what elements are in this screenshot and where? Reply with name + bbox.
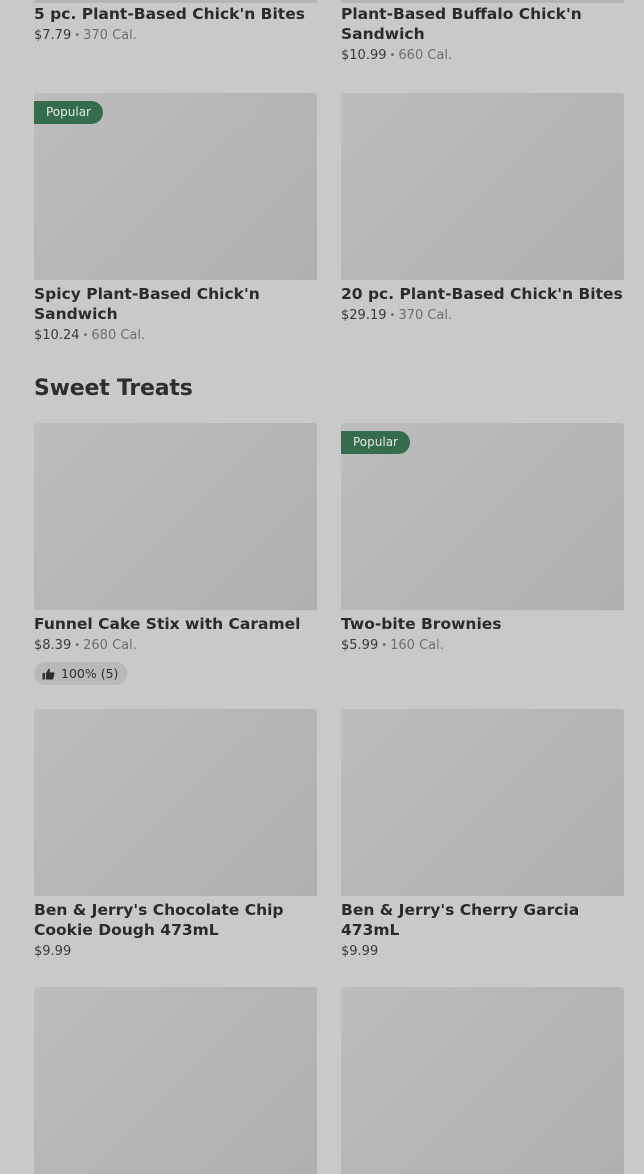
item-price: $10.99 — [341, 48, 387, 63]
item-title: Ben & Jerry's Cherry Garcia 473mL — [341, 901, 580, 939]
menu-item-card[interactable]: 5 pc. Plant-Based Chick'n Bites $7.79 • 37… — [34, 4, 317, 46]
popular-badge: Popular — [341, 431, 410, 454]
separator-dot: • — [389, 50, 396, 61]
item-price: $7.79 — [34, 28, 72, 43]
item-meta: $7.79 • 370 Cal. — [34, 27, 317, 46]
item-calories: 660 Cal. — [398, 48, 453, 63]
item-meta: $9.99 — [341, 943, 624, 961]
item-price: $5.99 — [341, 638, 379, 653]
item-calories: 160 Cal. — [390, 638, 444, 653]
separator-dot: • — [381, 640, 388, 651]
item-title: Ben & Jerry's Chocolate Chip Cookie Doug… — [34, 901, 284, 939]
item-image[interactable] — [34, 423, 317, 610]
item-image[interactable] — [34, 987, 317, 1174]
item-image[interactable]: Popular — [341, 423, 624, 610]
menu-item-card[interactable] — [341, 987, 624, 1174]
menu-item-card[interactable]: 20 pc. Plant-Based Chick'n Bites $29.19 •… — [341, 93, 624, 326]
item-image[interactable]: Popular — [34, 93, 317, 280]
item-title: 5 pc. Plant-Based Chick'n Bites — [34, 5, 305, 23]
menu-item-card[interactable]: Ben & Jerry's Cherry Garcia 473mL $9.99 — [341, 709, 624, 961]
item-meta: $8.39 • 260 Cal. — [34, 637, 317, 656]
menu-item-card[interactable]: Ben & Jerry's Chocolate Chip Cookie Doug… — [34, 709, 317, 961]
menu-item-card[interactable]: Funnel Cake Stix with Caramel $8.39 • 260 … — [34, 423, 317, 685]
item-image[interactable] — [34, 709, 317, 896]
item-price: $8.39 — [34, 638, 72, 653]
item-meta: $29.19 • 370 Cal. — [341, 307, 624, 326]
separator-dot: • — [74, 30, 81, 41]
menu-item-card[interactable]: Popular Spicy Plant-Based Chick'n Sandwi… — [34, 93, 317, 346]
item-title: 20 pc. Plant-Based Chick'n Bites — [341, 285, 623, 303]
item-title: Two-bite Brownies — [341, 615, 502, 633]
item-price: $29.19 — [341, 308, 387, 323]
item-meta: $9.99 — [34, 943, 317, 961]
item-image[interactable] — [341, 93, 624, 280]
item-meta: $10.99 • 660 Cal. — [341, 47, 624, 66]
item-meta: $10.24 • 680 Cal. — [34, 327, 317, 346]
item-image[interactable] — [341, 709, 624, 896]
separator-dot: • — [389, 310, 396, 321]
item-image-partial[interactable] — [341, 0, 624, 3]
item-price: $10.24 — [34, 328, 80, 343]
item-calories: 370 Cal. — [398, 308, 453, 323]
popular-badge: Popular — [34, 101, 103, 124]
item-meta: $5.99 • 160 Cal. — [341, 637, 624, 656]
separator-dot: • — [82, 330, 89, 341]
item-title: Plant-Based Buffalo Chick'n Sandwich — [341, 5, 582, 43]
item-price: $9.99 — [34, 944, 72, 959]
section-title: Sweet Treats — [34, 376, 193, 401]
thumbs-up-icon — [42, 668, 55, 680]
item-title: Funnel Cake Stix with Caramel — [34, 615, 301, 633]
item-calories: 260 Cal. — [83, 638, 137, 653]
item-image[interactable] — [341, 987, 624, 1174]
separator-dot: • — [74, 640, 81, 651]
item-calories: 370 Cal. — [83, 28, 137, 43]
item-calories: 680 Cal. — [91, 328, 146, 343]
menu-item-card[interactable] — [34, 987, 317, 1174]
item-price: $9.99 — [341, 944, 379, 959]
item-title: Spicy Plant-Based Chick'n Sandwich — [34, 285, 260, 323]
menu-item-card[interactable]: Popular Two-bite Brownies $5.99 • 160 Cal. — [341, 423, 624, 656]
item-image-partial[interactable] — [34, 0, 317, 3]
rating-text: 100% (5) — [61, 666, 119, 681]
menu-item-card[interactable]: Plant-Based Buffalo Chick'n Sandwich $10… — [341, 4, 624, 66]
rating-pill: 100% (5) — [34, 662, 128, 685]
